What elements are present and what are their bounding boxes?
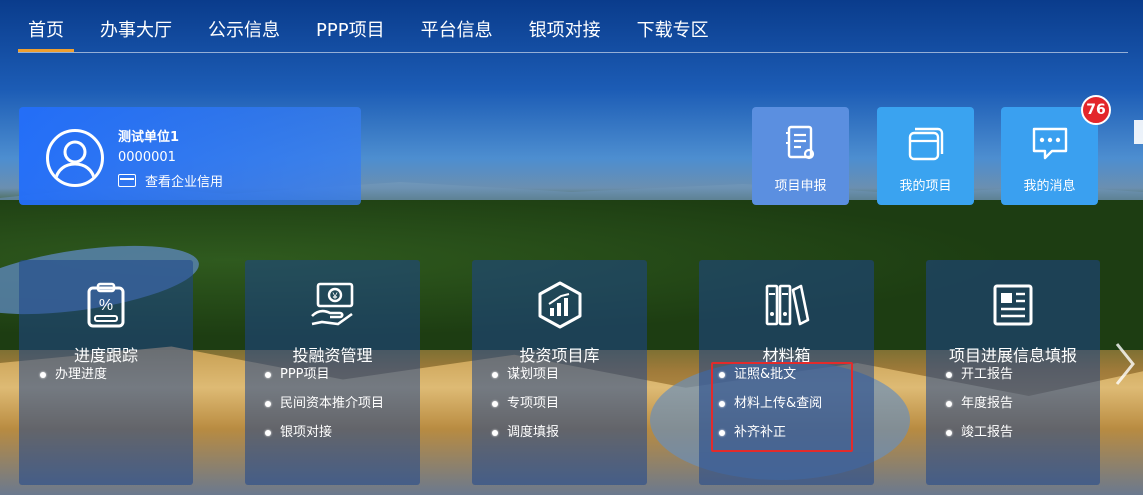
nav-public-info[interactable]: 公示信息: [208, 0, 280, 40]
chat-bubble-icon: [1032, 127, 1068, 160]
link-label: 银项对接: [280, 425, 333, 440]
panel-title: 进度跟踪: [73, 346, 138, 365]
panel-title: 项目进展信息填报: [948, 346, 1077, 365]
nav-downloads[interactable]: 下载专区: [637, 0, 709, 40]
tile-project-apply-label: 项目申报: [774, 179, 827, 194]
bullet-icon: [265, 372, 271, 378]
panel-investment-finance: ¥ 投融资管理 PPP项目 民间资本推介项目 银项对接: [245, 260, 420, 485]
tile-my-projects-label: 我的项目: [899, 179, 952, 194]
link-label: 补齐补正: [734, 425, 787, 440]
panel-title: 材料箱: [762, 346, 811, 365]
tile-my-projects[interactable]: 我的项目: [877, 107, 974, 205]
percent-clipboard-icon: %: [87, 282, 125, 328]
panel-progress-tracking: % 进度跟踪 办理进度: [19, 260, 193, 485]
panel-progress-info-report: 项目进展信息填报 开工报告 年度报告 竣工报告: [926, 260, 1100, 485]
user-info-card: 测试单位1 0000001 查看企业信用: [19, 107, 361, 205]
bullet-icon: [492, 430, 498, 436]
bullet-icon: [265, 430, 271, 436]
link-materials-upload[interactable]: 材料上传&查阅: [719, 397, 822, 426]
bullet-icon: [265, 401, 271, 407]
link-special-projects[interactable]: 专项项目: [492, 397, 559, 426]
nav-platform-info[interactable]: 平台信息: [421, 0, 493, 40]
link-label: 证照&批文: [734, 367, 797, 382]
panel-investment-project-library: 投资项目库 谋划项目 专项项目 调度填报: [472, 260, 647, 485]
chevron-right-icon[interactable]: [1113, 340, 1137, 388]
bullet-icon: [719, 430, 725, 436]
link-ppp-project[interactable]: PPP项目: [265, 368, 384, 397]
link-label: 专项项目: [507, 396, 560, 411]
user-name: 测试单位1: [118, 130, 180, 145]
link-label: 材料上传&查阅: [734, 396, 823, 411]
bullet-icon: [946, 430, 952, 436]
link-label: 谋划项目: [507, 367, 560, 382]
binders-icon: [765, 284, 809, 326]
link-annual-report[interactable]: 年度报告: [946, 397, 1013, 426]
link-label: 竣工报告: [961, 425, 1014, 440]
link-completion-report[interactable]: 竣工报告: [946, 426, 1013, 455]
newspaper-icon: [993, 284, 1033, 326]
nav-service-hall[interactable]: 办事大厅: [100, 0, 172, 40]
link-private-capital[interactable]: 民间资本推介项目: [265, 397, 384, 426]
bullet-icon: [946, 372, 952, 378]
link-label: 调度填报: [507, 425, 560, 440]
message-count-badge: 76: [1081, 95, 1111, 125]
svg-text:%: %: [99, 297, 113, 314]
avatar-icon[interactable]: [46, 129, 104, 187]
link-label: 民间资本推介项目: [280, 396, 385, 411]
top-navigation: 首页 办事大厅 公示信息 PPP项目 平台信息 银项对接 下载专区: [0, 0, 1143, 53]
nav-ppp-projects[interactable]: PPP项目: [316, 0, 385, 40]
panel-materials-box: 材料箱 证照&批文 材料上传&查阅 补齐补正: [699, 260, 874, 485]
document-edit-icon: [786, 125, 815, 160]
link-label: PPP项目: [280, 367, 330, 382]
link-label: 办理进度: [55, 367, 108, 382]
tile-my-messages-label: 我的消息: [1023, 179, 1076, 194]
bullet-icon: [719, 401, 725, 407]
money-hand-icon: ¥: [310, 282, 353, 326]
chart-cube-icon: [538, 281, 581, 329]
svg-text:¥: ¥: [331, 291, 338, 301]
link-planned-projects[interactable]: 谋划项目: [492, 368, 559, 397]
link-licenses-approvals[interactable]: 证照&批文: [719, 368, 822, 397]
stacked-cards-icon: [908, 127, 944, 161]
link-label: 开工报告: [961, 367, 1014, 382]
nav-bank-project[interactable]: 银项对接: [529, 0, 601, 40]
link-label: 年度报告: [961, 396, 1014, 411]
bullet-icon: [719, 372, 725, 378]
link-handling-progress[interactable]: 办理进度: [40, 368, 107, 397]
bullet-icon: [492, 401, 498, 407]
bullet-icon: [946, 401, 952, 407]
credit-card-icon: [118, 174, 136, 187]
nav-home[interactable]: 首页: [18, 0, 74, 52]
view-credit-link[interactable]: 查看企业信用: [118, 171, 223, 190]
bullet-icon: [40, 372, 46, 378]
link-supplement-correction[interactable]: 补齐补正: [719, 426, 822, 455]
link-dispatch-fill[interactable]: 调度填报: [492, 426, 559, 455]
panel-title: 投融资管理: [292, 346, 373, 365]
link-bank-project[interactable]: 银项对接: [265, 426, 384, 455]
tile-my-messages[interactable]: 我的消息: [1001, 107, 1098, 205]
panel-title: 投资项目库: [519, 346, 600, 365]
user-code: 0000001: [118, 150, 176, 165]
link-start-report[interactable]: 开工报告: [946, 368, 1013, 397]
view-credit-label: 查看企业信用: [145, 175, 224, 190]
bullet-icon: [492, 372, 498, 378]
tile-project-apply[interactable]: 项目申报: [752, 107, 849, 205]
side-tab[interactable]: [1134, 120, 1143, 144]
